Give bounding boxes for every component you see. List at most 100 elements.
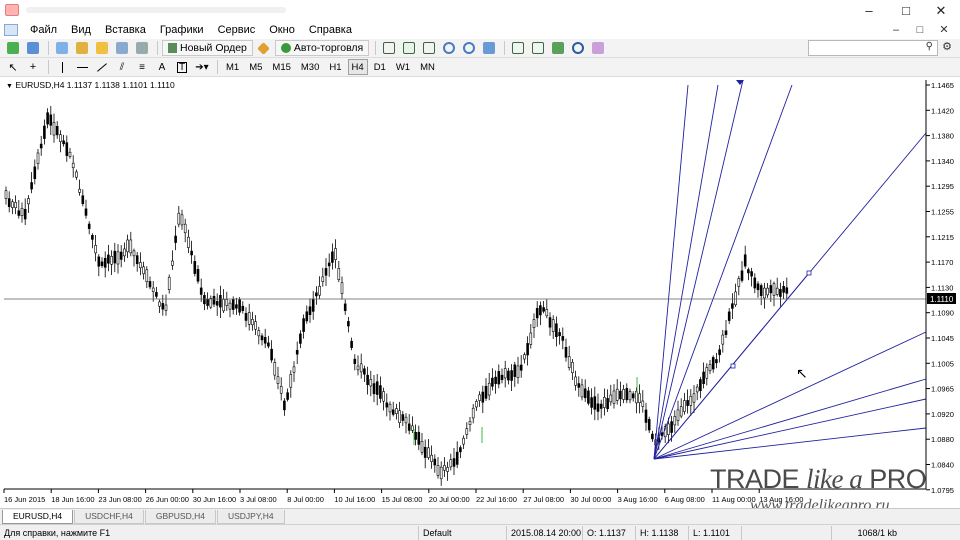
line-chart-button[interactable] (420, 40, 438, 56)
templates-button[interactable] (589, 40, 607, 56)
text-tool-button[interactable]: A (153, 59, 171, 75)
tester-button[interactable] (133, 40, 151, 56)
candle-body (718, 349, 721, 356)
fan-line[interactable] (653, 84, 719, 460)
candle-body (132, 250, 136, 257)
fan-line[interactable] (653, 84, 689, 460)
fan-line[interactable] (653, 378, 927, 460)
chart-shift-icon (512, 42, 525, 54)
chart-shift-button[interactable] (509, 40, 527, 56)
candle-body (513, 364, 517, 377)
fan-line[interactable] (653, 79, 744, 460)
fibonacci-button[interactable]: ≡ (133, 59, 151, 75)
child-restore-button[interactable]: □ (908, 21, 932, 39)
price-chart[interactable]: 1.1465 1.1420 1.1380 1.1340 1.1295 1.1255 1.12… (0, 77, 960, 508)
zoom-in-button[interactable] (440, 40, 458, 56)
cursor-tool-button[interactable]: ↖ (4, 59, 22, 75)
metaeditor-icon (257, 41, 271, 55)
search-input[interactable] (808, 40, 938, 56)
terminal-button[interactable] (113, 40, 131, 56)
equidistant-channel-button[interactable]: ⫽ (113, 59, 131, 75)
status-datetime: 2015.08.14 20:00 (506, 525, 582, 540)
timeframe-m15[interactable]: M15 (268, 59, 294, 75)
timeframe-w1[interactable]: W1 (392, 59, 414, 75)
child-close-button[interactable]: ✕ (932, 21, 956, 39)
menu-view[interactable]: Вид (65, 21, 99, 39)
horizontal-line-button[interactable] (73, 59, 91, 75)
bar-chart-button[interactable] (380, 40, 398, 56)
autoscroll-button[interactable] (529, 40, 547, 56)
crosshair-move-icon (76, 42, 88, 54)
candle-body (228, 302, 232, 310)
separator (48, 60, 49, 74)
search-icon[interactable]: ⚲ (926, 41, 933, 52)
candle-body (523, 354, 526, 360)
timeframe-m1[interactable]: M1 (222, 59, 243, 75)
timeframe-h4[interactable]: H4 (347, 59, 368, 75)
navigator-button[interactable] (93, 40, 111, 56)
close-button[interactable]: ✕ (926, 0, 956, 21)
status-placeholder (741, 525, 831, 540)
candle-body (343, 303, 347, 311)
fan-handle-point[interactable] (730, 363, 736, 369)
candle-body (529, 332, 533, 345)
arrows-button[interactable]: ➔▾ (193, 59, 211, 75)
auto-trading-button[interactable]: Авто-торговля (274, 40, 370, 56)
candle-body (235, 304, 238, 309)
periods-button[interactable] (569, 40, 587, 56)
market-watch-button[interactable] (53, 40, 71, 56)
timeframe-mn[interactable]: MN (416, 59, 439, 75)
timeframe-m5[interactable]: M5 (245, 59, 266, 75)
indicators-button[interactable] (549, 40, 567, 56)
candle-body (686, 400, 689, 406)
vertical-line-button[interactable] (53, 59, 71, 75)
minimize-button[interactable]: – (854, 0, 884, 21)
zoom-out-button[interactable] (460, 40, 478, 56)
tab-usdchf[interactable]: USDCHF,H4 (74, 510, 144, 524)
candlestick-button[interactable] (400, 40, 418, 56)
gear-icon[interactable]: ⚙ (942, 40, 952, 53)
child-minimize-button[interactable]: – (884, 21, 908, 39)
candle-body (126, 239, 129, 253)
candle-body (331, 251, 334, 263)
chart-window-icon (4, 24, 18, 36)
profiles-button[interactable] (24, 40, 42, 56)
candle-body (404, 416, 408, 424)
fan-line[interactable] (653, 398, 927, 460)
candle-body (727, 311, 731, 321)
fan-line[interactable] (653, 427, 927, 460)
timeframe-h1[interactable]: H1 (325, 59, 345, 75)
price-tick-label: 1.1130 (931, 283, 953, 292)
text-label-button[interactable]: T (173, 59, 191, 75)
tile-windows-button[interactable] (480, 40, 498, 56)
menu-charts[interactable]: Графики (154, 21, 212, 39)
candle-body (267, 342, 270, 347)
candle-body (155, 292, 158, 297)
timeframe-m30[interactable]: M30 (297, 59, 323, 75)
timeframe-d1[interactable]: D1 (370, 59, 390, 75)
candle-body (446, 467, 449, 472)
fan-line[interactable] (653, 84, 793, 460)
menu-insert[interactable]: Вставка (99, 21, 154, 39)
candle-body (62, 140, 65, 145)
fan-handle-point[interactable] (806, 270, 812, 276)
menu-help[interactable]: Справка (303, 21, 360, 39)
candle-body (43, 125, 46, 139)
tab-eurusd[interactable]: EURUSD,H4 (2, 510, 74, 524)
candle-body (87, 223, 91, 229)
new-chart-button[interactable] (4, 40, 22, 56)
data-window-button[interactable] (73, 40, 91, 56)
tab-usdjpy[interactable]: USDJPY,H4 (216, 510, 285, 524)
menu-tools[interactable]: Сервис (212, 21, 264, 39)
candle-body (148, 281, 152, 288)
trendline-button[interactable] (93, 59, 111, 75)
menu-file[interactable]: Файл (24, 21, 65, 39)
candle-body (337, 268, 341, 280)
menu-window[interactable]: Окно (263, 21, 303, 39)
new-order-button[interactable]: Новый Ордер (162, 40, 253, 56)
crosshair-tool-button[interactable]: + (24, 59, 42, 75)
maximize-button[interactable]: □ (891, 0, 921, 21)
metaeditor-button[interactable] (255, 40, 273, 56)
tab-gbpusd[interactable]: GBPUSD,H4 (144, 510, 216, 524)
chart-area[interactable]: 1.1465 1.1420 1.1380 1.1340 1.1295 1.1255 1.12… (0, 77, 960, 514)
